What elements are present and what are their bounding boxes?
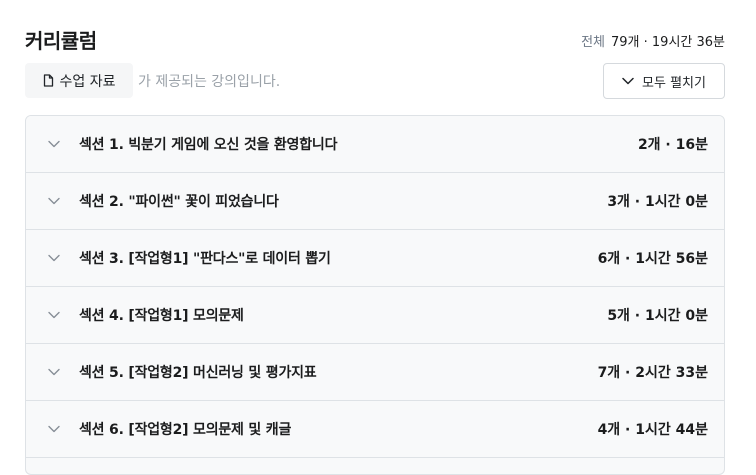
section-title: 섹션 4. [작업형1] 모의문제 bbox=[79, 308, 244, 324]
section-meta: 7개 · 2시간 33분 bbox=[597, 365, 708, 381]
section-title: 섹션 5. [작업형2] 머신러닝 및 평가지표 bbox=[79, 365, 317, 381]
total-label: 전체 bbox=[581, 35, 605, 50]
section-title: 섹션 6. [작업형2] 모의문제 및 캐글 bbox=[79, 422, 292, 438]
section-meta: 5개 · 1시간 0분 bbox=[607, 308, 708, 324]
chevron-down-icon bbox=[48, 308, 62, 322]
expand-all-button[interactable]: 모두 펼치기 bbox=[603, 63, 725, 99]
curriculum-title: 커리큘럼 bbox=[25, 29, 97, 53]
section-meta: 2개 · 16분 bbox=[637, 137, 708, 153]
chevron-down-icon bbox=[622, 74, 634, 89]
section-meta: 3개 · 1시간 0분 bbox=[607, 194, 708, 210]
chevron-down-icon bbox=[48, 422, 62, 436]
total-value: 79개 · 19시간 36분 bbox=[611, 35, 725, 50]
chevron-down-icon bbox=[48, 194, 62, 208]
chevron-down-icon bbox=[48, 137, 62, 151]
section-title: 섹션 2. "파이썬" 꽃이 피었습니다 bbox=[79, 194, 279, 210]
section-row-5[interactable]: 섹션 5. [작업형2] 머신러닝 및 평가지표 7개 · 2시간 33분 bbox=[26, 344, 724, 401]
course-material-button[interactable]: 수업 자료 bbox=[25, 63, 133, 98]
section-meta: 4개 · 1시간 44분 bbox=[597, 422, 708, 438]
document-icon bbox=[43, 74, 54, 87]
section-row-4[interactable]: 섹션 4. [작업형1] 모의문제 5개 · 1시간 0분 bbox=[26, 287, 724, 344]
section-title: 섹션 3. [작업형1] "판다스"로 데이터 뽑기 bbox=[79, 251, 331, 267]
expand-all-label: 모두 펼치기 bbox=[642, 75, 706, 91]
course-material-label: 수업 자료 bbox=[59, 73, 116, 90]
section-row-6[interactable]: 섹션 6. [작업형2] 모의문제 및 캐글 4개 · 1시간 44분 bbox=[26, 401, 724, 458]
chevron-down-icon bbox=[48, 365, 62, 379]
section-row-3[interactable]: 섹션 3. [작업형1] "판다스"로 데이터 뽑기 6개 · 1시간 56분 bbox=[26, 230, 724, 287]
section-row-1[interactable]: 섹션 1. 빅분기 게임에 오신 것을 환영합니다 2개 · 16분 bbox=[26, 116, 724, 173]
curriculum-total: 전체 79개 · 19시간 36분 bbox=[581, 31, 725, 50]
section-meta: 6개 · 1시간 56분 bbox=[597, 251, 708, 267]
section-list: 섹션 1. 빅분기 게임에 오신 것을 환영합니다 2개 · 16분 섹션 2.… bbox=[25, 115, 725, 475]
section-row-2[interactable]: 섹션 2. "파이썬" 꽃이 피었습니다 3개 · 1시간 0분 bbox=[26, 173, 724, 230]
chevron-down-icon bbox=[48, 251, 62, 265]
section-title: 섹션 1. 빅분기 게임에 오신 것을 환영합니다 bbox=[79, 137, 338, 153]
course-material-note: 가 제공되는 강의입니다. bbox=[138, 74, 281, 90]
